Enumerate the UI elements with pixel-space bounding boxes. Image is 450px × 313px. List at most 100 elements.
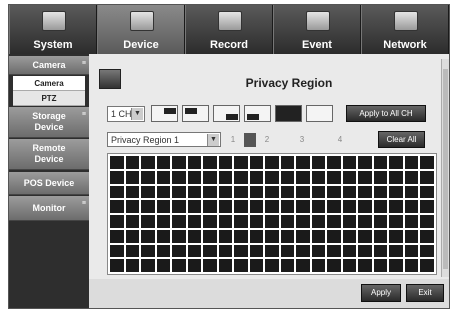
grid-cell[interactable] — [141, 156, 155, 169]
privacy-region-select[interactable]: Privacy Region 1 ▼ — [107, 132, 221, 147]
exit-button[interactable]: Exit — [406, 284, 444, 302]
grid-cell[interactable] — [327, 200, 341, 213]
grid-cell[interactable] — [389, 200, 403, 213]
grid-cell[interactable] — [280, 259, 295, 272]
grid-cell[interactable] — [358, 215, 372, 228]
grid-cell[interactable] — [249, 215, 264, 228]
grid-cell[interactable] — [342, 259, 357, 272]
grid-cell[interactable] — [218, 156, 233, 169]
sidebar-item-remote[interactable]: Remote Device — [9, 139, 89, 170]
grid-cell[interactable] — [327, 185, 341, 199]
grid-cell[interactable] — [249, 244, 264, 258]
grid-cell[interactable] — [110, 244, 124, 258]
region-number-3[interactable]: 3 — [296, 133, 308, 147]
grid-cell[interactable] — [110, 156, 124, 169]
grid-cell[interactable] — [373, 156, 388, 169]
grid-cell[interactable] — [420, 244, 434, 258]
tab-device[interactable]: Device — [97, 5, 185, 54]
apply-button[interactable]: Apply — [361, 284, 401, 302]
grid-cell[interactable] — [327, 170, 341, 184]
grid-cell[interactable] — [187, 156, 202, 169]
grid-cell[interactable] — [311, 200, 326, 213]
grid-cell[interactable] — [327, 229, 341, 243]
grid-cell[interactable] — [342, 170, 357, 184]
grid-cell[interactable] — [172, 170, 186, 184]
grid-cell[interactable] — [389, 156, 403, 169]
privacy-region-grid[interactable] — [107, 153, 437, 275]
grid-cell[interactable] — [172, 185, 186, 199]
grid-cell[interactable] — [249, 170, 264, 184]
grid-cell[interactable] — [311, 229, 326, 243]
grid-cell[interactable] — [358, 185, 372, 199]
region-number-2[interactable]: 2 — [261, 133, 273, 147]
grid-cell[interactable] — [389, 259, 403, 272]
grid-cell[interactable] — [296, 244, 310, 258]
layout-button-2[interactable] — [182, 105, 209, 122]
grid-cell[interactable] — [156, 185, 171, 199]
grid-cell[interactable] — [327, 215, 341, 228]
grid-cell[interactable] — [311, 259, 326, 272]
grid-cell[interactable] — [373, 170, 388, 184]
grid-cell[interactable] — [311, 215, 326, 228]
grid-cell[interactable] — [156, 244, 171, 258]
grid-cell[interactable] — [296, 170, 310, 184]
grid-cell[interactable] — [420, 200, 434, 213]
grid-cell[interactable] — [373, 244, 388, 258]
grid-cell[interactable] — [187, 215, 202, 228]
sidebar-item-camera[interactable]: Camera ≡ — [9, 56, 89, 75]
grid-cell[interactable] — [125, 200, 140, 213]
grid-cell[interactable] — [280, 156, 295, 169]
grid-cell[interactable] — [404, 244, 419, 258]
grid-cell[interactable] — [342, 156, 357, 169]
grid-cell[interactable] — [110, 185, 124, 199]
grid-cell[interactable] — [358, 156, 372, 169]
grid-cell[interactable] — [358, 259, 372, 272]
grid-cell[interactable] — [265, 156, 279, 169]
grid-cell[interactable] — [327, 156, 341, 169]
grid-cell[interactable] — [156, 229, 171, 243]
grid-cell[interactable] — [172, 259, 186, 272]
grid-cell[interactable] — [265, 170, 279, 184]
grid-cell[interactable] — [110, 200, 124, 213]
grid-cell[interactable] — [203, 200, 217, 213]
grid-cell[interactable] — [404, 200, 419, 213]
layout-button-3[interactable] — [213, 105, 240, 122]
grid-cell[interactable] — [203, 215, 217, 228]
grid-cell[interactable] — [218, 200, 233, 213]
grid-cell[interactable] — [265, 229, 279, 243]
scrollbar-thumb[interactable] — [443, 69, 448, 269]
grid-cell[interactable] — [265, 215, 279, 228]
grid-cell[interactable] — [187, 170, 202, 184]
grid-cell[interactable] — [311, 170, 326, 184]
tab-event[interactable]: Event — [273, 5, 361, 54]
grid-cell[interactable] — [249, 229, 264, 243]
grid-cell[interactable] — [296, 185, 310, 199]
sidebar-subitem-camera[interactable]: Camera — [13, 76, 85, 91]
tab-record[interactable]: Record — [185, 5, 273, 54]
grid-cell[interactable] — [234, 185, 248, 199]
grid-cell[interactable] — [296, 259, 310, 272]
region-number-selected[interactable] — [244, 133, 256, 147]
grid-cell[interactable] — [234, 156, 248, 169]
grid-cell[interactable] — [296, 156, 310, 169]
grid-cell[interactable] — [389, 229, 403, 243]
grid-cell[interactable] — [141, 200, 155, 213]
grid-cell[interactable] — [110, 259, 124, 272]
grid-cell[interactable] — [203, 244, 217, 258]
grid-cell[interactable] — [249, 156, 264, 169]
grid-cell[interactable] — [327, 259, 341, 272]
grid-cell[interactable] — [265, 185, 279, 199]
grid-cell[interactable] — [203, 170, 217, 184]
grid-cell[interactable] — [156, 215, 171, 228]
grid-cell[interactable] — [311, 185, 326, 199]
sidebar-item-pos[interactable]: POS Device — [9, 172, 89, 195]
sidebar-subitem-ptz[interactable]: PTZ — [13, 91, 85, 106]
grid-cell[interactable] — [249, 259, 264, 272]
grid-cell[interactable] — [172, 156, 186, 169]
grid-cell[interactable] — [311, 244, 326, 258]
grid-cell[interactable] — [404, 215, 419, 228]
grid-cell[interactable] — [172, 200, 186, 213]
grid-cell[interactable] — [342, 185, 357, 199]
grid-cell[interactable] — [420, 229, 434, 243]
grid-cell[interactable] — [141, 244, 155, 258]
